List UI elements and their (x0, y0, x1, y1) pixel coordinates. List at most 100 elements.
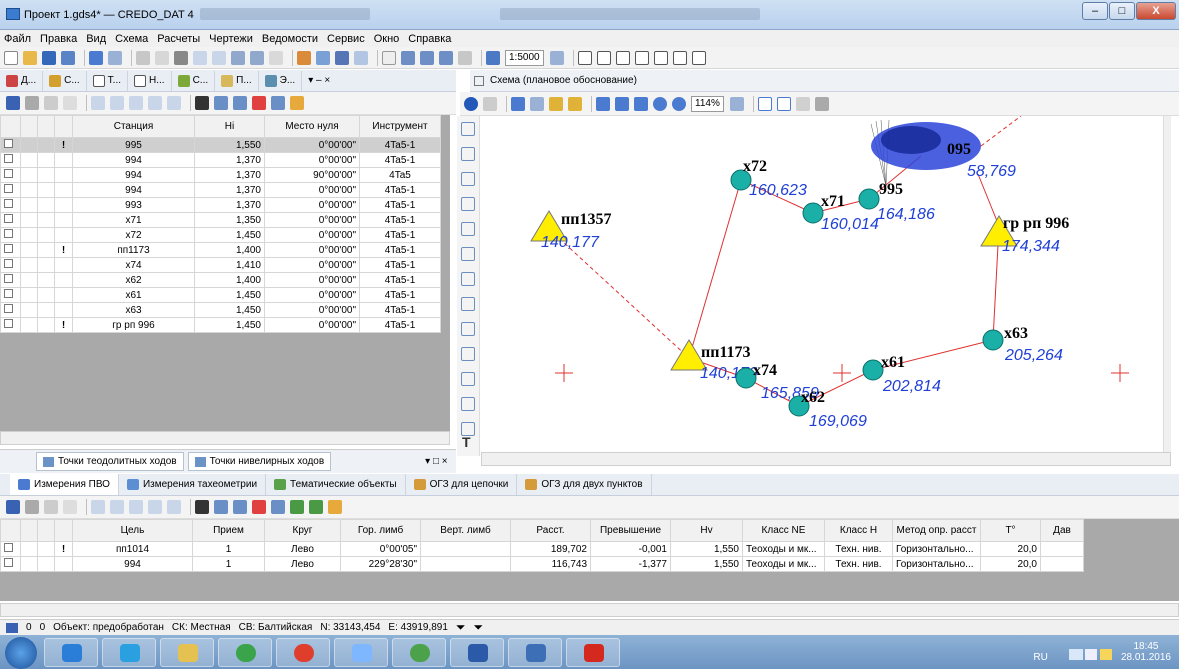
add-green-icon[interactable] (290, 500, 304, 514)
cell-circle[interactable]: Лево (264, 541, 341, 557)
cell-instrument[interactable]: 4Ta5-1 (359, 182, 441, 198)
row-checkbox[interactable] (4, 304, 13, 313)
network3-icon[interactable] (439, 50, 453, 65)
scale-bar-icon[interactable] (461, 322, 475, 336)
cell-hi[interactable]: 1,450 (194, 227, 265, 243)
clock-date[interactable]: 28.01.2016 (1121, 652, 1171, 663)
tab-n[interactable]: Н... (128, 70, 172, 91)
menu-reports[interactable]: Ведомости (262, 33, 318, 45)
col-classne[interactable]: Класс NE (742, 519, 825, 542)
table-row[interactable]: ! гр рп 996 1,450 0°00'00" 4Ta5-1 (0, 317, 441, 333)
col-method[interactable]: Метод опр. расст (892, 519, 981, 542)
volume-icon[interactable] (1085, 649, 1098, 660)
col-pressure[interactable]: Дав (1040, 519, 1084, 542)
cell-station[interactable]: 994 (72, 182, 195, 198)
taskbar-word[interactable] (450, 638, 504, 667)
delete-row-icon[interactable] (25, 500, 39, 514)
cell-instrument[interactable]: 4Ta5-1 (359, 302, 441, 318)
network-icon[interactable] (401, 50, 415, 65)
taskbar-torrent[interactable] (392, 638, 446, 667)
menu-file[interactable]: Файл (4, 33, 31, 45)
table-row[interactable]: ! 995 1,550 0°00'00" 4Ta5-1 (0, 137, 441, 153)
row-flag[interactable]: ! (54, 137, 73, 153)
cell-zero[interactable]: 90°00'00" (264, 167, 360, 183)
zoom-out-icon[interactable] (672, 96, 686, 111)
percent-icon[interactable] (354, 50, 368, 65)
traverse-point[interactable] (802, 202, 824, 224)
tools-icon[interactable] (795, 96, 810, 111)
find-icon[interactable] (214, 500, 228, 514)
cell-hi[interactable]: 1,370 (194, 167, 265, 183)
col-dist[interactable]: Расст. (510, 519, 591, 542)
cell-hi[interactable]: 1,370 (194, 197, 265, 213)
report-icon[interactable] (458, 50, 472, 65)
filter-off-icon[interactable] (155, 50, 169, 65)
row-checkbox[interactable] (4, 199, 13, 208)
tab-e[interactable]: Э... (259, 70, 303, 91)
cell-zero[interactable]: 0°00'00" (264, 227, 360, 243)
cell-target[interactable]: пп1014 (72, 541, 193, 557)
cell-station[interactable]: 994 (72, 152, 195, 168)
cell-instrument[interactable]: 4Ta5-1 (359, 137, 441, 153)
open-folder-icon[interactable] (23, 50, 37, 65)
cell-zero[interactable]: 0°00'00" (264, 272, 360, 288)
table-icon[interactable] (231, 50, 245, 65)
filter-icon[interactable] (136, 50, 150, 65)
row-flag[interactable]: ! (54, 317, 73, 333)
filter-icon[interactable]: ⏷ (456, 620, 466, 635)
filter-off-icon[interactable] (63, 500, 77, 514)
cell-hi[interactable]: 1,350 (194, 212, 265, 228)
polygon-icon[interactable] (461, 122, 475, 136)
scheme-canvas[interactable]: пп1357 140,177 х72 160,623 х71 160,014 995 164,… (481, 116, 1171, 452)
col-recv[interactable]: Прием (192, 519, 265, 542)
tab-d[interactable]: Д... (0, 70, 44, 91)
cell-zero[interactable]: 0°00'00" (264, 197, 360, 213)
print-icon[interactable] (486, 50, 500, 65)
filter-icon[interactable] (483, 96, 497, 111)
tab-tacheometry[interactable]: Измерения тахеометрии (119, 474, 267, 495)
tab-ogz-chain[interactable]: ОГЗ для цепочки (406, 474, 518, 495)
menu-drawings[interactable]: Чертежи (209, 33, 253, 45)
cell-hi[interactable]: 1,550 (194, 137, 265, 153)
row-checkbox[interactable] (4, 229, 13, 238)
hand-icon[interactable] (549, 96, 563, 111)
table-row[interactable]: 994 1 Лево 229°28'30" 116,743 -1,377 1,550 Теох… (0, 556, 1084, 572)
row-checkbox[interactable] (4, 259, 13, 268)
cell-hi[interactable]: 1,400 (194, 272, 265, 288)
language-indicator[interactable]: RU (1033, 652, 1047, 663)
cell-hi[interactable]: 1,450 (194, 287, 265, 303)
rect-icon[interactable] (461, 247, 475, 261)
col-zero[interactable]: Место нуля (264, 115, 360, 138)
cell-classne[interactable]: Теоходы и мк... (742, 541, 825, 557)
col-target[interactable]: Цель (72, 519, 193, 542)
calc-icon[interactable] (297, 50, 311, 65)
cell-classh[interactable]: Техн. нив. (824, 556, 893, 572)
taskbar-yandex[interactable] (276, 638, 330, 667)
tab-pvo-measurements[interactable]: Измерения ПВО (10, 474, 119, 495)
cell-instrument[interactable]: 4Ta5 (359, 167, 441, 183)
tab-p[interactable]: П... (215, 70, 259, 91)
cell-elev[interactable]: -1,377 (590, 556, 671, 572)
col-hor[interactable]: Гор. лимб (340, 519, 421, 542)
select-icon[interactable] (568, 96, 582, 111)
ellipse-icon[interactable] (461, 372, 475, 386)
scale-dropdown-icon[interactable] (549, 50, 564, 65)
row-checkbox[interactable] (4, 289, 13, 298)
cell-station[interactable]: 995 (72, 137, 195, 153)
scheme-title[interactable]: Схема (плановое обоснование) (490, 75, 637, 86)
grid-icon[interactable] (233, 500, 247, 514)
cell-hi[interactable]: 1,450 (194, 302, 265, 318)
station-hscrollbar[interactable] (0, 431, 450, 445)
layout3-icon[interactable] (615, 50, 630, 65)
row-checkbox[interactable] (4, 319, 13, 328)
menu-scheme[interactable]: Схема (115, 33, 148, 45)
tab-t[interactable]: Т... (87, 70, 129, 91)
fit-icon[interactable] (729, 96, 744, 111)
delete-icon[interactable] (252, 500, 266, 514)
taskbar-chrome[interactable] (218, 638, 272, 667)
rows-icon[interactable] (129, 500, 143, 514)
tab-level-points[interactable]: Точки нивелирных ходов (187, 452, 332, 471)
grid-icon[interactable] (461, 147, 475, 161)
zoom-prev-icon[interactable] (634, 96, 648, 111)
cell-zero[interactable]: 0°00'00" (264, 212, 360, 228)
